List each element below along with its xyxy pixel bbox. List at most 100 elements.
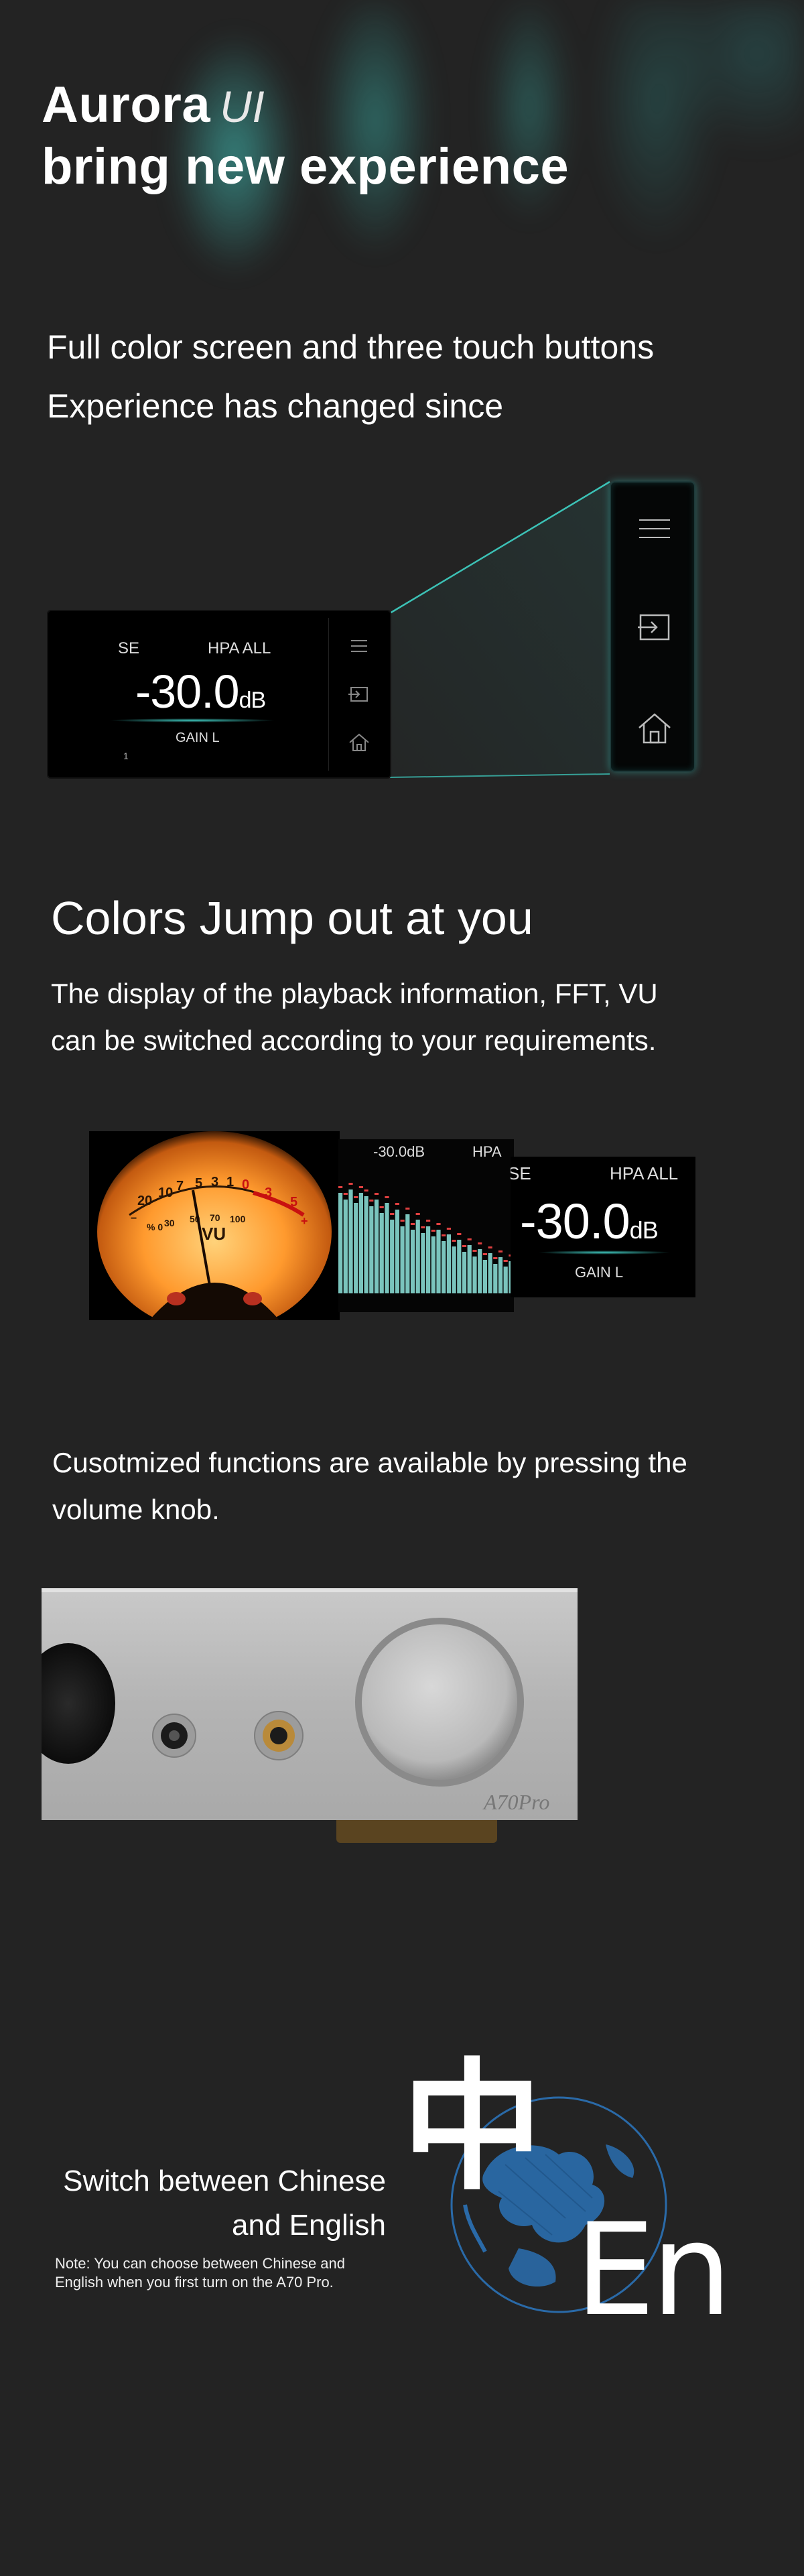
fft-peak-marker bbox=[482, 1253, 487, 1255]
fft-spectrum-graphic bbox=[338, 1183, 513, 1293]
home-icon[interactable] bbox=[636, 710, 673, 747]
vu-tick: 0 bbox=[242, 1177, 249, 1192]
fft-peak-marker bbox=[358, 1186, 363, 1188]
fft-bar bbox=[498, 1257, 503, 1293]
language-heading-line1: Switch between Chinese bbox=[63, 2165, 386, 2197]
fft-bar bbox=[395, 1210, 399, 1293]
fft-bar bbox=[503, 1267, 508, 1293]
vu-tick: 20 bbox=[137, 1194, 152, 1208]
menu-icon[interactable] bbox=[636, 511, 673, 547]
fft-peak-marker bbox=[452, 1240, 456, 1242]
fft-peak-marker bbox=[405, 1208, 410, 1210]
fft-peak-marker bbox=[472, 1250, 477, 1252]
vu-indicator-light bbox=[243, 1292, 262, 1305]
amplifier-top-edge bbox=[42, 1588, 578, 1592]
card-volume-readout: -30.0dB bbox=[520, 1193, 659, 1250]
small-display-screen: SE HPA ALL -30.0dB GAIN L 1 bbox=[48, 611, 390, 777]
language-note: Note: You can choose between Chinese and… bbox=[55, 2254, 345, 2292]
vu-label: VU bbox=[202, 1224, 226, 1244]
home-icon[interactable] bbox=[346, 729, 373, 756]
fft-bar bbox=[442, 1241, 446, 1293]
intro-line1: Full color screen and three touch button… bbox=[47, 328, 655, 366]
fft-bar bbox=[431, 1236, 436, 1293]
fft-bar bbox=[364, 1196, 368, 1293]
vu-tick: 3 bbox=[265, 1185, 272, 1200]
fft-peak-marker bbox=[348, 1183, 353, 1185]
fft-peak-marker bbox=[390, 1213, 395, 1215]
vu-tick: + bbox=[301, 1214, 308, 1228]
amplifier-model-label: A70Pro bbox=[482, 1790, 549, 1814]
vu-meter-display: 20 10 7 5 3 1 0 3 5 − + % 0 30 50 70 100… bbox=[89, 1131, 340, 1320]
vu-tick: − bbox=[131, 1213, 137, 1224]
fft-bar bbox=[436, 1230, 441, 1293]
fft-peak-marker bbox=[493, 1257, 498, 1259]
fft-bar bbox=[482, 1260, 487, 1293]
fft-bar bbox=[472, 1257, 477, 1293]
language-graphic: 中 En bbox=[402, 2045, 732, 2345]
fft-bar bbox=[452, 1246, 456, 1293]
language-note-line2: English when you first turn on the A70 P… bbox=[55, 2274, 334, 2291]
fft-bar bbox=[390, 1220, 395, 1293]
fft-peak-marker bbox=[385, 1196, 389, 1198]
fft-peak-marker bbox=[442, 1234, 446, 1236]
fft-bar bbox=[488, 1253, 492, 1293]
hero-title-line2: bring new experience bbox=[42, 138, 570, 195]
vu-tick: 10 bbox=[158, 1185, 173, 1200]
language-note-line1: Note: You can choose between Chinese and bbox=[55, 2255, 345, 2272]
fft-peak-marker bbox=[436, 1223, 441, 1225]
fft-peak-marker bbox=[426, 1220, 431, 1222]
colors-line2: can be switched according to your requir… bbox=[51, 1025, 657, 1056]
mode-label: HPA ALL bbox=[208, 639, 271, 657]
input-icon[interactable] bbox=[636, 610, 673, 646]
fft-mode-label: HPA bbox=[472, 1143, 502, 1160]
volume-value: -30.0 bbox=[135, 665, 240, 718]
fft-bar bbox=[374, 1200, 379, 1293]
amplifier-front-panel: A70Pro bbox=[42, 1588, 578, 1843]
volume-readout: -30.0dB bbox=[135, 665, 267, 718]
card-mode-label: HPA ALL bbox=[610, 1163, 679, 1183]
fft-peak-marker bbox=[410, 1223, 415, 1225]
menu-icon[interactable] bbox=[346, 633, 373, 659]
fft-bar bbox=[421, 1233, 425, 1293]
hero-title-ui: UI bbox=[220, 82, 265, 131]
fft-peak-marker bbox=[421, 1226, 425, 1228]
fft-bar bbox=[354, 1203, 358, 1293]
fft-peak-marker bbox=[354, 1196, 358, 1198]
vu-tick: 3 bbox=[211, 1175, 218, 1189]
small-display-divider bbox=[328, 618, 329, 771]
fft-peak-marker bbox=[467, 1238, 472, 1240]
fft-peak-marker bbox=[415, 1213, 420, 1215]
vu-tick: 100 bbox=[230, 1214, 246, 1224]
vu-tick: 30 bbox=[164, 1218, 175, 1228]
language-heading-line2: and English bbox=[232, 2209, 386, 2242]
fft-peak-marker bbox=[364, 1189, 368, 1192]
chinese-glyph: 中 bbox=[402, 2045, 543, 2209]
vu-tick: 7 bbox=[176, 1179, 184, 1194]
intro-line2: Experience has changed since bbox=[47, 387, 504, 425]
fft-peak-marker bbox=[457, 1233, 462, 1235]
fft-peak-marker bbox=[395, 1203, 399, 1205]
output-label: SE bbox=[118, 639, 140, 657]
vu-tick: 1 bbox=[226, 1175, 234, 1189]
fft-peak-marker bbox=[478, 1242, 482, 1244]
volume-unit: dB bbox=[239, 688, 267, 713]
knob-description: Cusotmized functions are available by pr… bbox=[52, 1439, 687, 1533]
colors-line1: The display of the playback information,… bbox=[51, 978, 658, 1009]
intro-text: Full color screen and three touch button… bbox=[47, 318, 654, 436]
knob-line2: volume knob. bbox=[52, 1494, 220, 1525]
fft-peak-marker bbox=[369, 1200, 374, 1202]
fft-bar bbox=[478, 1249, 482, 1293]
fft-bar bbox=[348, 1189, 353, 1293]
colors-description: The display of the playback information,… bbox=[51, 970, 658, 1064]
fft-peak-marker bbox=[488, 1246, 492, 1248]
fft-peak-marker bbox=[338, 1186, 343, 1188]
volume-knob[interactable] bbox=[362, 1624, 517, 1780]
volume-glow bbox=[109, 718, 276, 722]
vu-tick: 70 bbox=[210, 1212, 220, 1223]
vu-tick: 5 bbox=[290, 1195, 297, 1210]
fft-bar bbox=[379, 1213, 384, 1293]
fft-bar bbox=[343, 1200, 348, 1293]
fft-volume-label: -30.0dB bbox=[373, 1143, 425, 1160]
gain-label: GAIN L bbox=[176, 730, 220, 745]
input-icon[interactable] bbox=[346, 681, 373, 708]
